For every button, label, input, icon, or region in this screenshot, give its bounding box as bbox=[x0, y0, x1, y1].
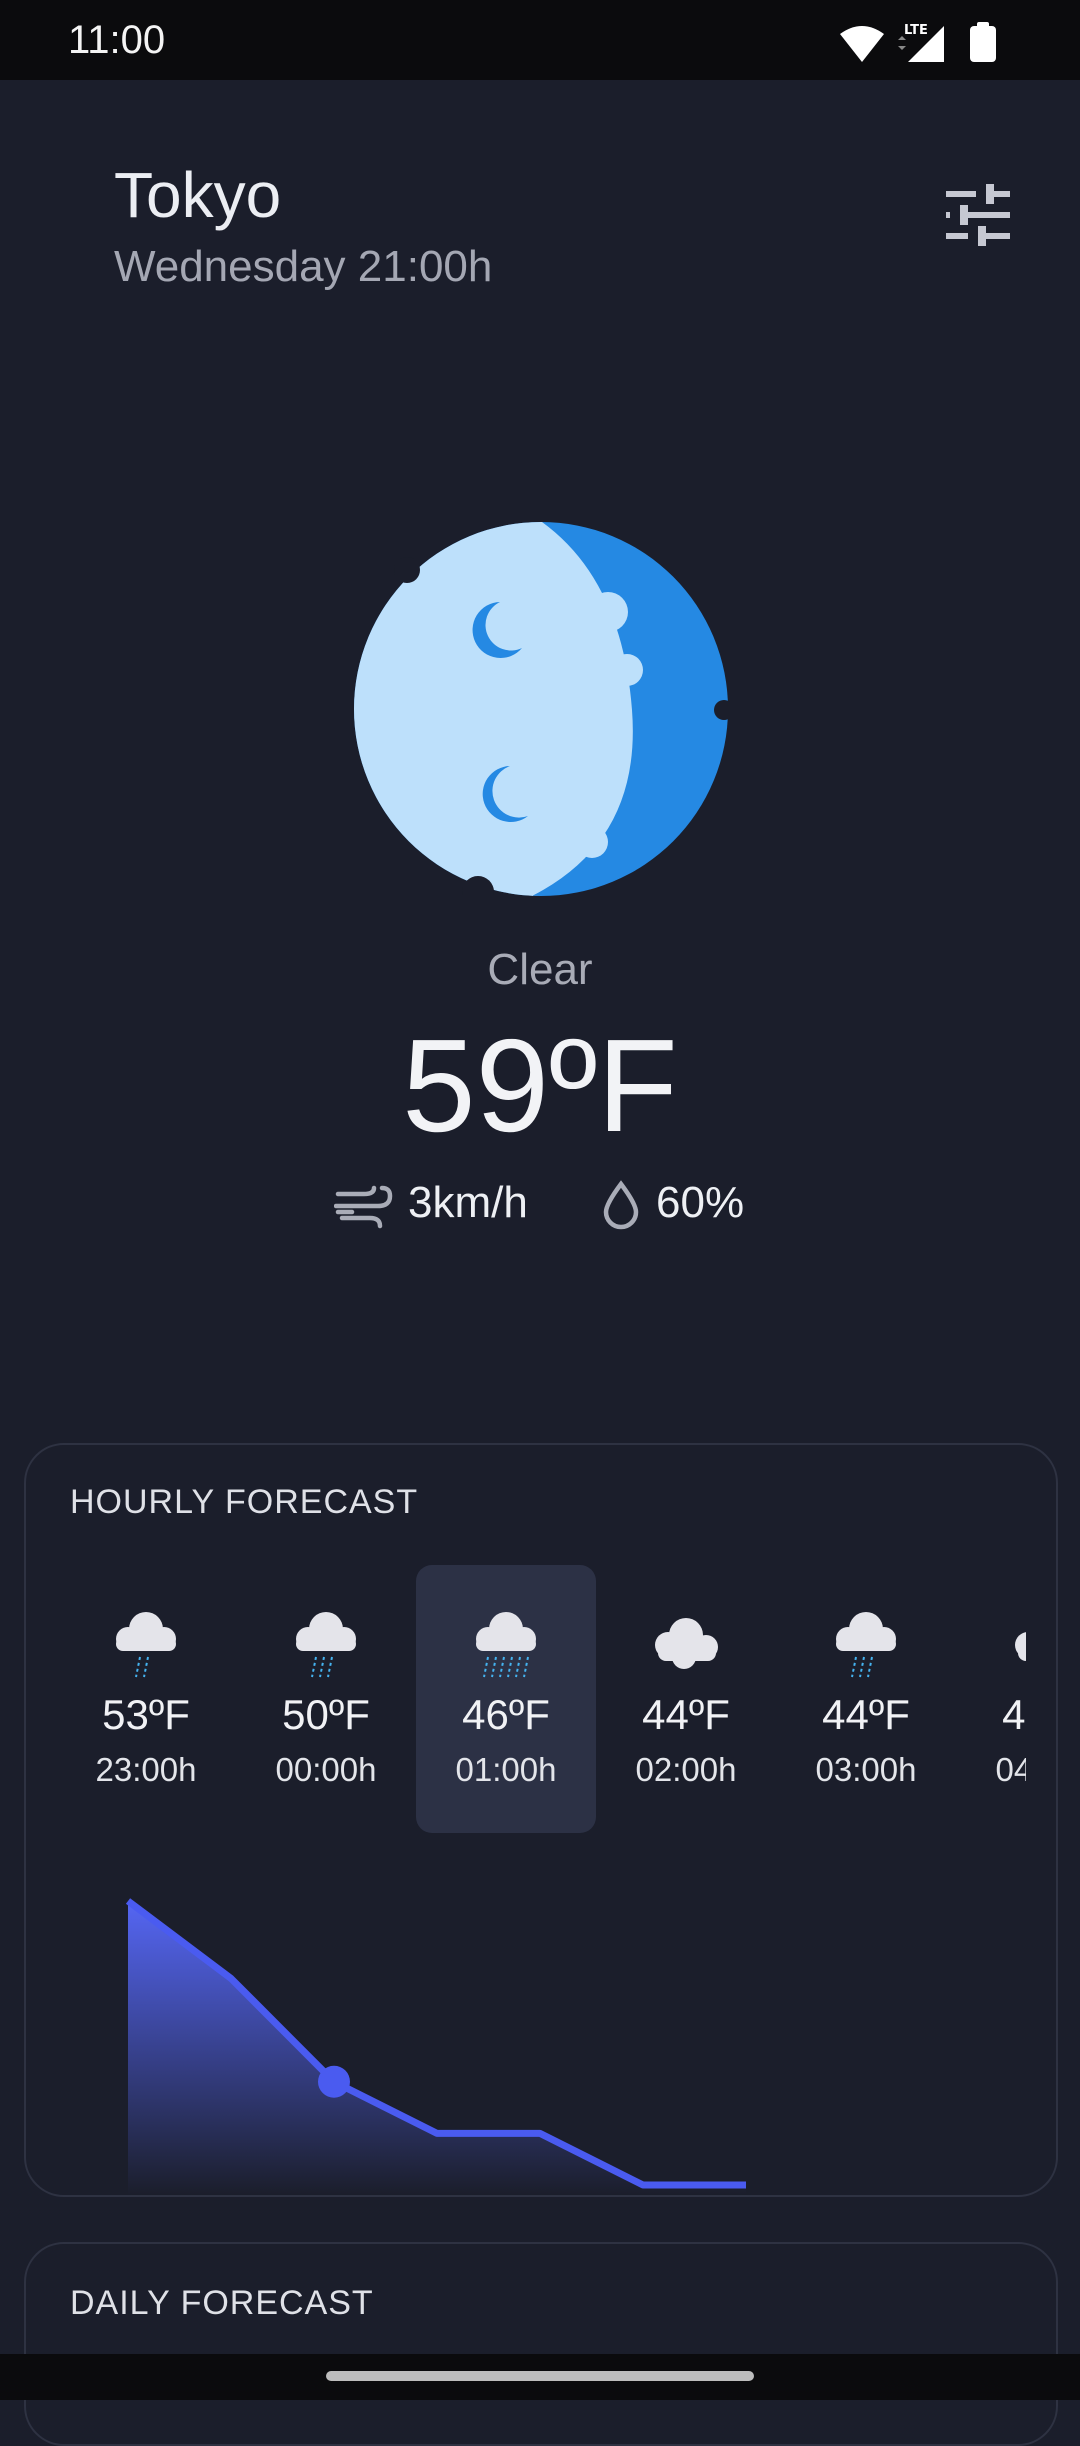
hourly-forecast-title: HOURLY FORECAST bbox=[70, 1483, 419, 1521]
hour-time: 02:00h bbox=[635, 1751, 737, 1788]
heavy-rain-cloud-icon bbox=[476, 1612, 536, 1678]
wifi-icon bbox=[840, 26, 884, 62]
wind-icon bbox=[334, 1185, 393, 1229]
cloud-icon bbox=[655, 1618, 718, 1669]
hour-temp: 44ºF bbox=[822, 1691, 910, 1738]
battery-icon bbox=[970, 22, 996, 62]
hour-time: 01:00h bbox=[455, 1751, 557, 1788]
rain-cloud-icon bbox=[836, 1612, 896, 1678]
hour-item[interactable]: 44ºF 02:00h bbox=[596, 1565, 776, 1833]
hour-item[interactable]: 44ºF 03:00h bbox=[776, 1565, 956, 1833]
settings-sliders-icon[interactable] bbox=[944, 184, 1012, 246]
navigation-bar bbox=[0, 2354, 1080, 2400]
moon-icon bbox=[354, 522, 730, 898]
hourly-forecast-card: HOURLY FORECAST 53ºF 23:00h 50ºF 00:00h … bbox=[24, 1443, 1058, 2197]
hourly-list[interactable]: 53ºF 23:00h 50ºF 00:00h 46ºF 01:00h 44ºF bbox=[38, 1565, 1026, 1845]
hour-time: 00:00h bbox=[275, 1751, 377, 1788]
hour-temp: 46ºF bbox=[462, 1691, 550, 1738]
wind-speed: 3km/h bbox=[408, 1178, 528, 1227]
hour-item[interactable]: 50ºF 00:00h bbox=[236, 1565, 416, 1833]
hour-time: 03:00h bbox=[815, 1751, 917, 1788]
rain-cloud-icon bbox=[296, 1612, 356, 1678]
cloud-icon bbox=[1015, 1632, 1026, 1661]
hour-temp: 44ºF bbox=[642, 1691, 730, 1738]
hour-time: 04:00h bbox=[995, 1751, 1026, 1788]
date-time-subtitle: Wednesday 21:00h bbox=[114, 242, 493, 291]
status-time: 11:00 bbox=[68, 18, 166, 62]
hour-item-selected[interactable]: 46ºF 01:00h bbox=[416, 1565, 596, 1833]
chart-selected-point bbox=[318, 2065, 350, 2098]
status-bar: 11:00 LTE bbox=[0, 0, 1080, 80]
hour-item[interactable]: 42ºF 04:00h bbox=[956, 1565, 1026, 1833]
hour-temp: 42ºF bbox=[1002, 1691, 1026, 1738]
chart-area bbox=[128, 1901, 746, 2195]
daily-forecast-card: DAILY FORECAST bbox=[24, 2242, 1058, 2446]
hourly-temperature-chart bbox=[125, 1898, 746, 2195]
home-gesture-handle[interactable] bbox=[326, 2371, 754, 2381]
hour-temp: 53ºF bbox=[102, 1691, 190, 1738]
hour-temp: 50ºF bbox=[282, 1691, 370, 1738]
weather-condition: Clear bbox=[487, 945, 593, 994]
daily-forecast-title: DAILY FORECAST bbox=[70, 2284, 374, 2322]
svg-text:LTE: LTE bbox=[904, 23, 928, 38]
signal-icon: LTE bbox=[898, 23, 944, 62]
hour-item[interactable]: 53ºF 23:00h bbox=[56, 1565, 236, 1833]
humidity-value: 60% bbox=[656, 1178, 745, 1227]
rain-cloud-icon bbox=[116, 1612, 176, 1678]
city-title: Tokyo bbox=[114, 159, 282, 231]
hour-time: 23:00h bbox=[95, 1751, 197, 1788]
current-temperature: 59ºF bbox=[402, 1012, 678, 1159]
humidity-drop-icon bbox=[603, 1180, 639, 1230]
status-icons: LTE bbox=[840, 22, 996, 62]
